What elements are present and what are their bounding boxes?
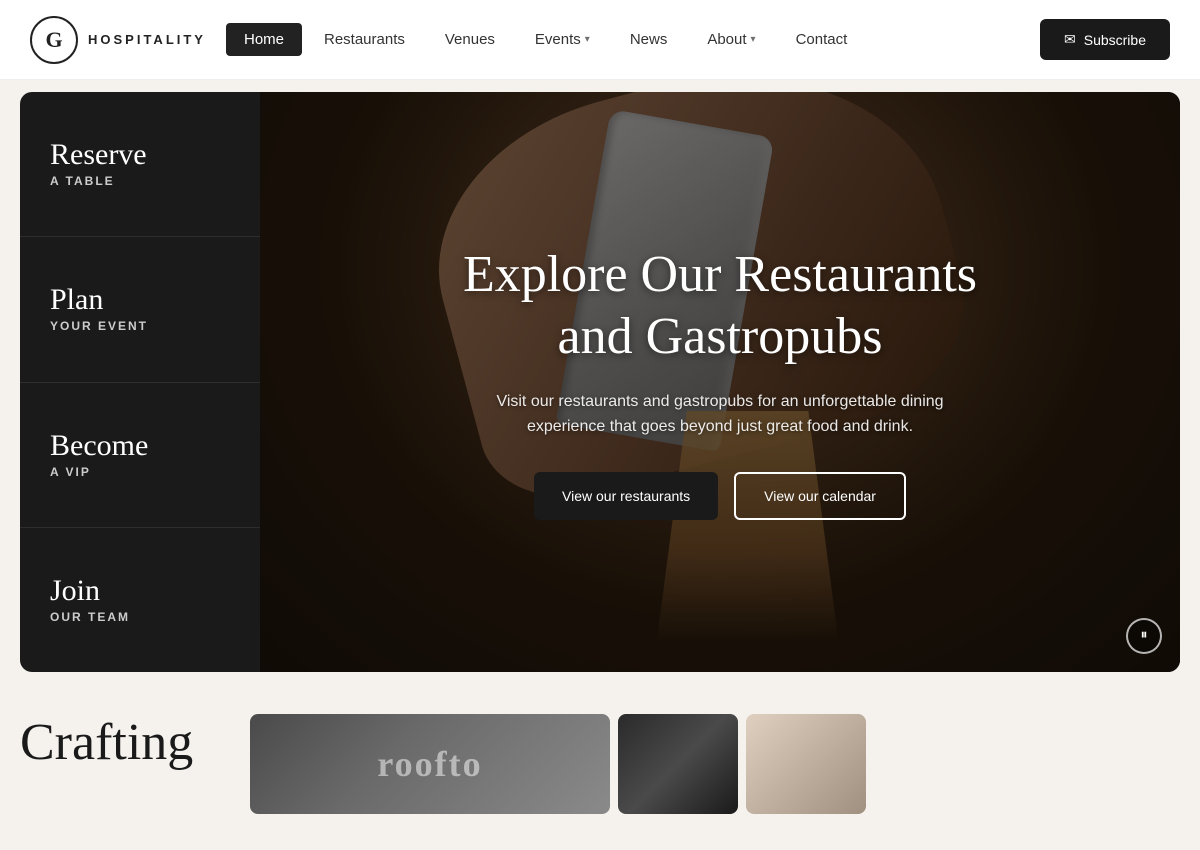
rooftop-image: roofto <box>250 714 610 814</box>
nav-news[interactable]: News <box>612 23 686 56</box>
pause-icon: ⏸ <box>1141 628 1148 644</box>
sidebar-item-become[interactable]: Become A VIP <box>20 383 260 528</box>
about-chevron-icon: ▾ <box>751 34 756 45</box>
nav-home[interactable]: Home <box>226 23 302 56</box>
become-script: Become <box>50 431 230 461</box>
navbar: G HOSPITALITY Home Restaurants Venues Ev… <box>0 0 1200 80</box>
envelope-icon: ✉ <box>1064 31 1076 48</box>
events-chevron-icon: ▾ <box>585 34 590 45</box>
logo-letter: G <box>45 27 62 53</box>
nav-restaurants[interactable]: Restaurants <box>306 23 423 56</box>
hero-image-area: Explore Our Restaurants and Gastropubs V… <box>260 92 1180 672</box>
view-restaurants-button[interactable]: View our restaurants <box>534 472 718 520</box>
sidebar-item-plan[interactable]: Plan YOUR EVENT <box>20 237 260 382</box>
nav-about[interactable]: About ▾ <box>689 23 773 56</box>
sidebar-nav: Reserve A TABLE Plan YOUR EVENT Become A… <box>20 92 260 672</box>
crafting-heading: Crafting <box>20 714 220 771</box>
nav-contact[interactable]: Contact <box>778 23 866 56</box>
logo-circle: G <box>30 16 78 64</box>
hero-buttons: View our restaurants View our calendar <box>352 472 1088 520</box>
nav-events[interactable]: Events ▾ <box>517 23 608 56</box>
hero-subtitle: Visit our restaurants and gastropubs for… <box>470 389 970 440</box>
restaurant-image-2 <box>618 714 738 814</box>
logo-link[interactable]: G HOSPITALITY <box>30 16 206 64</box>
view-calendar-button[interactable]: View our calendar <box>734 472 906 520</box>
bottom-section: Crafting roofto <box>0 684 1200 814</box>
reserve-label: A TABLE <box>50 174 230 188</box>
plan-label: YOUR EVENT <box>50 319 230 333</box>
reserve-script: Reserve <box>50 140 230 170</box>
rooftop-label: roofto <box>377 743 482 785</box>
logo-text: HOSPITALITY <box>88 32 206 47</box>
sidebar-item-join[interactable]: Join OUR TEAM <box>20 528 260 672</box>
join-label: OUR TEAM <box>50 610 230 624</box>
restaurant-image-3 <box>746 714 866 814</box>
nav-venues[interactable]: Venues <box>427 23 513 56</box>
nav-links: Home Restaurants Venues Events ▾ News Ab… <box>226 23 1040 56</box>
sidebar-item-reserve[interactable]: Reserve A TABLE <box>20 92 260 237</box>
join-script: Join <box>50 576 230 606</box>
pause-button[interactable]: ⏸ <box>1126 618 1162 654</box>
plan-script: Plan <box>50 285 230 315</box>
hero-wrapper: Reserve A TABLE Plan YOUR EVENT Become A… <box>20 92 1180 672</box>
hero-content: Explore Our Restaurants and Gastropubs V… <box>352 244 1088 520</box>
become-label: A VIP <box>50 465 230 479</box>
subscribe-button[interactable]: ✉ Subscribe <box>1040 19 1170 60</box>
hero-title: Explore Our Restaurants and Gastropubs <box>352 244 1088 369</box>
bottom-images: roofto <box>250 714 1180 814</box>
